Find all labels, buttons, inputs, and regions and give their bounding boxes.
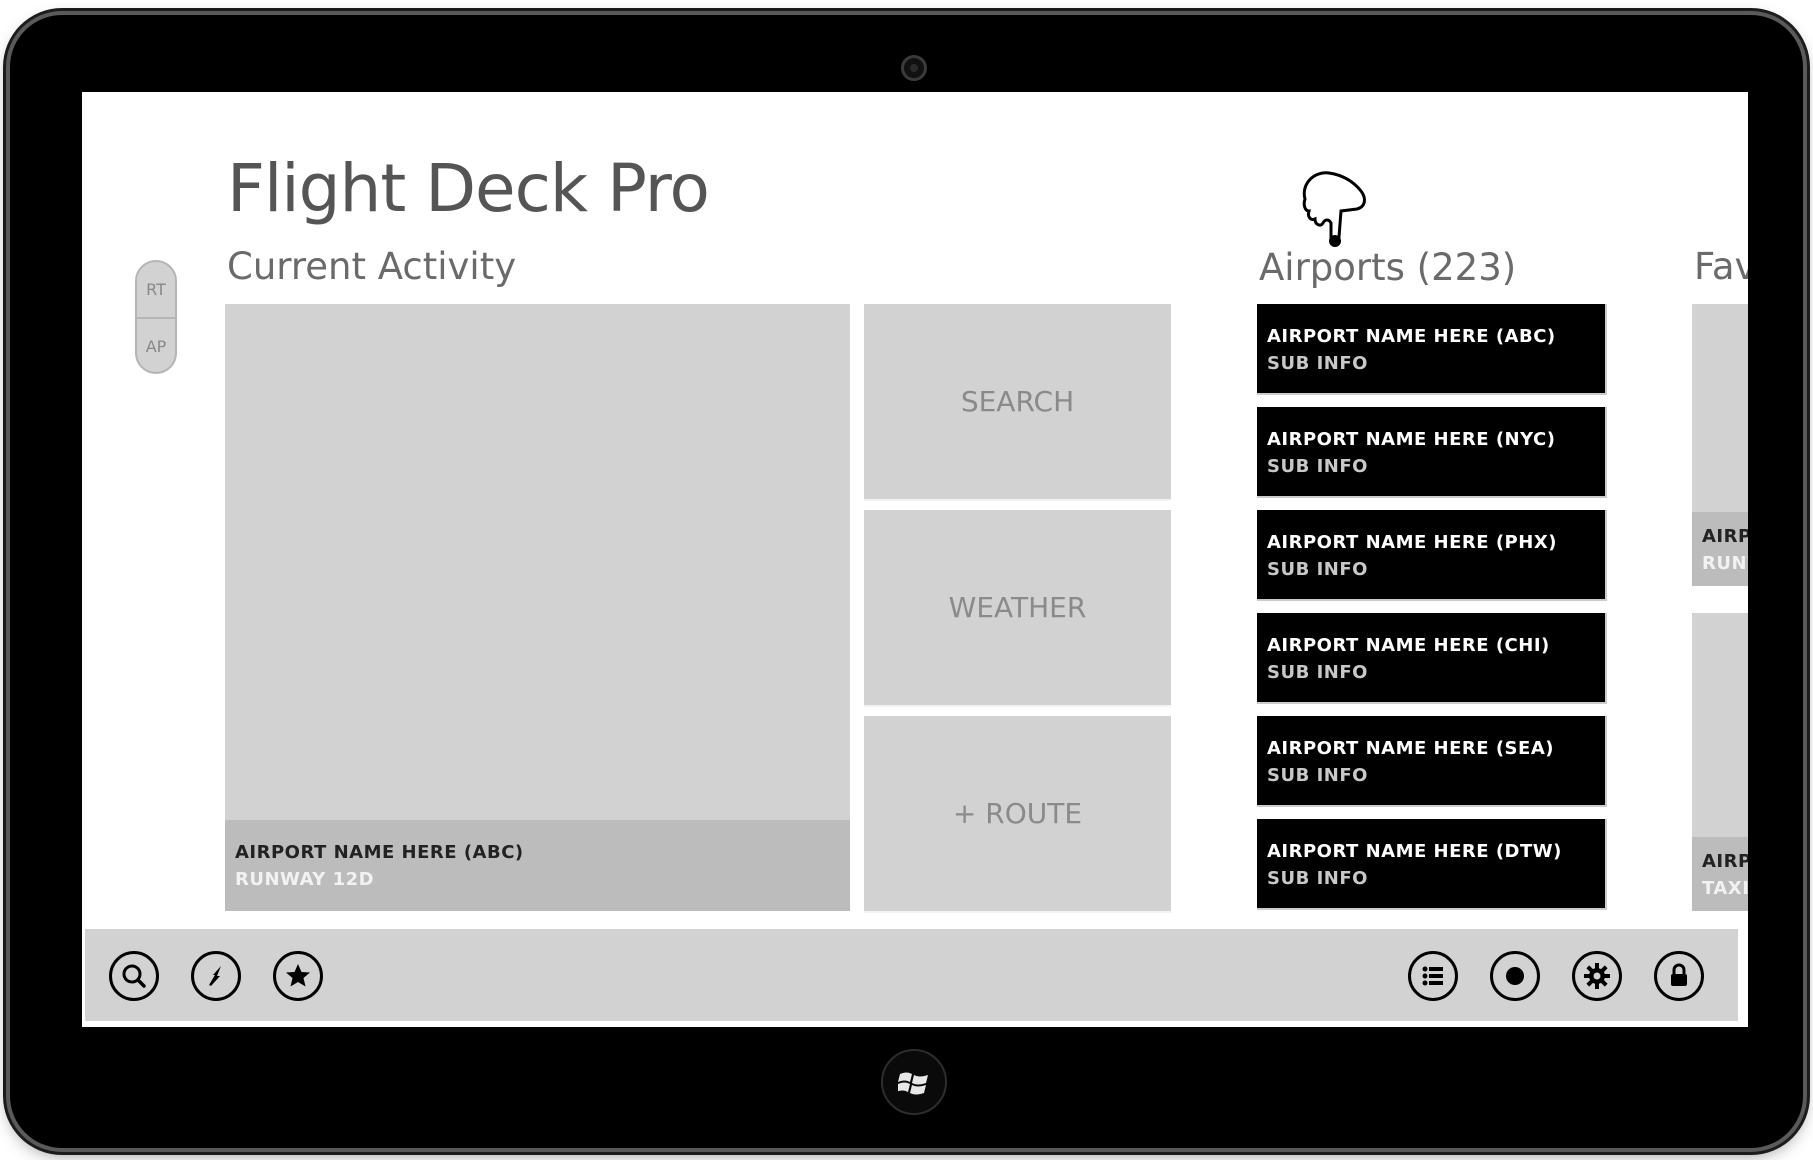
section-title-favorites: Fav [1694, 245, 1748, 288]
current-activity-caption: AIRPORT NAME HERE (ABC) RUNWAY 12D [225, 820, 850, 911]
favorite-caption: AIRP TAXI [1692, 837, 1748, 911]
airport-sub-info: SUB INFO [1267, 353, 1368, 374]
weather-tile[interactable]: WEATHER [864, 510, 1171, 707]
gear-icon [1584, 963, 1610, 989]
airport-sub-info: SUB INFO [1267, 456, 1368, 477]
airports-list: AIRPORT NAME HERE (ABC) SUB INFO AIRPORT… [1257, 304, 1607, 922]
airport-sub-info: SUB INFO [1267, 765, 1368, 786]
airport-sub-info: SUB INFO [1267, 662, 1368, 683]
section-title-airports: Airports (223) [1259, 246, 1517, 289]
airport-name: AIRPORT NAME HERE (NYC) [1267, 429, 1556, 450]
windows-logo-icon [898, 1072, 928, 1095]
airport-tile[interactable]: AIRPORT NAME HERE (SEA) SUB INFO [1257, 716, 1607, 807]
favorite-tile[interactable]: AIRP TAXI [1692, 613, 1748, 911]
add-route-tile[interactable]: + ROUTE [864, 716, 1171, 913]
activity-button[interactable] [191, 951, 241, 1001]
airport-name: AIRPORT NAME HERE (CHI) [1267, 635, 1550, 656]
settings-button[interactable] [1572, 951, 1622, 1001]
app-title: Flight Deck Pro [227, 150, 710, 227]
record-button[interactable] [1490, 951, 1540, 1001]
search-icon [122, 964, 146, 988]
list-button[interactable] [1408, 951, 1458, 1001]
bolt-icon [209, 966, 221, 986]
search-tile[interactable]: SEARCH [864, 304, 1171, 501]
airport-tile[interactable]: AIRPORT NAME HERE (DTW) SUB INFO [1257, 819, 1607, 910]
toggle-ap[interactable]: AP [137, 317, 175, 374]
section-title-current-activity: Current Activity [227, 245, 517, 288]
airport-tile[interactable]: AIRPORT NAME HERE (NYC) SUB INFO [1257, 407, 1607, 498]
airport-name: AIRPORT NAME HERE (DTW) [1267, 841, 1562, 862]
rt-ap-toggle[interactable]: RT AP [135, 260, 177, 374]
tablet-bezel: Flight Deck Pro RT AP Current Activity A… [10, 15, 1803, 1148]
favorite-tile[interactable]: AIRP RUNW [1692, 304, 1748, 586]
current-runway: RUNWAY 12D [235, 869, 375, 890]
camera-icon [901, 55, 927, 81]
airport-tile[interactable]: AIRPORT NAME HERE (CHI) SUB INFO [1257, 613, 1607, 704]
favorite-title: AIRP [1702, 526, 1748, 547]
windows-start-button[interactable] [881, 1049, 947, 1115]
list-icon [1422, 966, 1443, 986]
favorite-sub: RUNW [1702, 553, 1748, 574]
airport-name: AIRPORT NAME HERE (SEA) [1267, 738, 1554, 759]
favorite-sub: TAXI [1702, 878, 1748, 899]
current-activity-tile[interactable]: AIRPORT NAME HERE (ABC) RUNWAY 12D [225, 304, 850, 911]
lock-button[interactable] [1654, 951, 1704, 1001]
record-icon [1506, 967, 1524, 985]
favorite-title: AIRP [1702, 851, 1748, 872]
airport-sub-info: SUB INFO [1267, 868, 1368, 889]
airport-name: AIRPORT NAME HERE (PHX) [1267, 532, 1557, 553]
lock-icon [1671, 963, 1687, 986]
app-bar [85, 929, 1738, 1021]
airport-sub-info: SUB INFO [1267, 559, 1368, 580]
favorites-button[interactable] [273, 951, 323, 1001]
touch-hand-icon [1302, 171, 1366, 247]
airport-tile[interactable]: AIRPORT NAME HERE (ABC) SUB INFO [1257, 304, 1607, 395]
current-airport-name: AIRPORT NAME HERE (ABC) [235, 842, 524, 863]
search-button[interactable] [109, 951, 159, 1001]
star-icon [286, 964, 310, 987]
favorite-caption: AIRP RUNW [1692, 512, 1748, 586]
toggle-rt[interactable]: RT [137, 262, 175, 317]
airport-tile[interactable]: AIRPORT NAME HERE (PHX) SUB INFO [1257, 510, 1607, 601]
screen: Flight Deck Pro RT AP Current Activity A… [82, 92, 1748, 1027]
airport-name: AIRPORT NAME HERE (ABC) [1267, 326, 1556, 347]
